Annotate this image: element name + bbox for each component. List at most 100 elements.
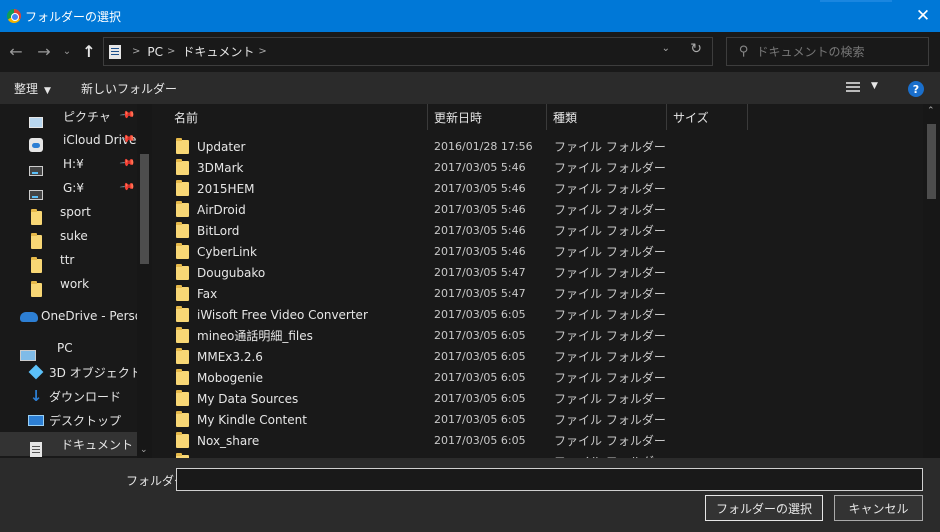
sidebar-item-pictures[interactable]: ピクチャ 📌 — [0, 104, 152, 128]
file-type: ファイル フォルダー — [554, 224, 666, 238]
folder-icon — [176, 263, 189, 280]
table-row[interactable]: CyberLink 2017/03/05 5:46 ファイル フォルダー — [173, 241, 853, 262]
folder-icon — [176, 347, 189, 364]
cancel-button[interactable]: キャンセル — [834, 495, 923, 521]
sidebar-item-desktop[interactable]: デスクトップ — [0, 408, 152, 432]
chevron-right-icon[interactable]: > — [258, 46, 266, 57]
sidebar-item-icloud-drive[interactable]: iCloud Drive 📌 — [0, 128, 152, 152]
chevron-right-icon[interactable]: > — [167, 46, 175, 57]
table-row[interactable]: mineo通話明細_files 2017/03/05 6:05 ファイル フォル… — [173, 325, 853, 346]
table-row[interactable]: ファイル フォルダー — [173, 451, 853, 458]
view-options-icon[interactable] — [846, 82, 860, 94]
sidebar-scroll-thumb[interactable] — [140, 154, 149, 264]
organize-button[interactable]: 整理 ▼ — [14, 80, 51, 97]
column-type[interactable]: 種類 — [547, 104, 667, 130]
file-list-scroll-thumb[interactable] — [927, 124, 936, 199]
search-input[interactable]: ⚲ ドキュメントの検索 — [726, 37, 929, 66]
up-button[interactable]: ↑ — [79, 40, 99, 62]
help-button[interactable]: ? — [908, 81, 924, 97]
table-row[interactable]: Mobogenie 2017/03/05 6:05 ファイル フォルダー — [173, 367, 853, 388]
back-button[interactable]: ← — [5, 40, 27, 62]
file-date: 2017/03/05 6:05 — [434, 350, 526, 363]
breadcrumb-documents[interactable]: ドキュメント — [182, 43, 254, 60]
drive-icon — [29, 166, 43, 176]
new-folder-button[interactable]: 新しいフォルダー — [81, 80, 177, 97]
sidebar-item-g-drive[interactable]: G:¥ 📌 — [0, 176, 152, 200]
file-type: ファイル フォルダー — [554, 266, 666, 280]
documents-icon — [109, 44, 121, 59]
breadcrumb-pc[interactable]: PC — [147, 45, 163, 59]
file-name: AirDroid — [197, 202, 246, 217]
chevron-down-icon[interactable]: ⌄ — [140, 445, 148, 455]
select-folder-button[interactable]: フォルダーの選択 — [705, 495, 823, 521]
sidebar-item-suke[interactable]: suke — [0, 224, 152, 249]
chevron-down-icon[interactable]: ⌄ — [662, 43, 670, 54]
table-row[interactable]: Nox_share 2017/03/05 6:05 ファイル フォルダー — [173, 430, 853, 451]
file-date: 2017/03/05 6:05 — [434, 413, 526, 426]
sidebar-item-onedrive[interactable]: OneDrive - Person — [0, 304, 152, 328]
folder-icon — [176, 179, 189, 196]
sidebar-item-label: ttr — [60, 253, 75, 267]
folder-icon — [176, 326, 189, 343]
close-button[interactable]: ✕ — [906, 0, 940, 32]
sidebar-item-ttr[interactable]: ttr — [0, 248, 152, 273]
sidebar-item-documents[interactable]: ドキュメント — [0, 432, 152, 457]
folder-icon — [176, 389, 189, 406]
pin-icon[interactable]: 📌 — [119, 155, 136, 171]
titlebar-accent — [820, 0, 892, 2]
table-row[interactable]: Dougubako 2017/03/05 5:47 ファイル フォルダー — [173, 262, 853, 283]
table-row[interactable]: My Kindle Content 2017/03/05 6:05 ファイル フ… — [173, 409, 853, 430]
file-date: 2017/03/05 5:46 — [434, 245, 526, 258]
table-row[interactable]: iWisoft Free Video Converter 2017/03/05 … — [173, 304, 853, 325]
table-row[interactable]: 2015HEM 2017/03/05 5:46 ファイル フォルダー — [173, 178, 853, 199]
file-type: ファイル フォルダー — [554, 182, 666, 196]
table-row[interactable]: BitLord 2017/03/05 5:46 ファイル フォルダー — [173, 220, 853, 241]
file-name: My Kindle Content — [197, 412, 307, 427]
desktop-icon — [28, 415, 44, 426]
chevron-up-icon[interactable]: ⌃ — [927, 106, 935, 116]
table-row[interactable]: AirDroid 2017/03/05 5:46 ファイル フォルダー — [173, 199, 853, 220]
file-type: ファイル フォルダー — [554, 329, 666, 343]
folder-icon — [176, 284, 189, 301]
file-type: ファイル フォルダー — [554, 245, 666, 259]
table-row[interactable]: My Data Sources 2017/03/05 6:05 ファイル フォル… — [173, 388, 853, 409]
sidebar-item-work[interactable]: work — [0, 272, 152, 297]
folder-input[interactable] — [176, 468, 923, 491]
sidebar-item-label: デスクトップ — [49, 413, 122, 428]
3d-objects-icon — [28, 364, 44, 380]
table-row[interactable]: Updater 2016/01/28 17:56 ファイル フォルダー — [173, 136, 853, 157]
column-header: 名前 更新日時 ^ 種類 サイズ — [153, 104, 923, 130]
column-size[interactable]: サイズ — [667, 104, 748, 130]
sidebar-item-h-drive[interactable]: H:¥ 📌 — [0, 152, 152, 176]
sidebar-item-label: work — [60, 277, 90, 291]
refresh-button[interactable]: ↻ — [690, 41, 702, 57]
folder-icon — [176, 305, 189, 322]
sidebar-item-pc[interactable]: PC — [0, 336, 152, 361]
table-row[interactable]: 3DMark 2017/03/05 5:46 ファイル フォルダー — [173, 157, 853, 178]
table-row[interactable]: MMEx3.2.6 2017/03/05 6:05 ファイル フォルダー — [173, 346, 853, 367]
file-type: ファイル フォルダー — [554, 287, 666, 301]
search-icon: ⚲ — [739, 44, 749, 59]
sidebar-item-sport[interactable]: sport — [0, 200, 152, 225]
sidebar-item-downloads[interactable]: ↓ ダウンロード — [0, 384, 152, 408]
file-name: CyberLink — [197, 244, 257, 259]
sidebar-item-label: ピクチャ — [63, 109, 111, 124]
pin-icon[interactable]: 📌 — [119, 107, 136, 123]
pin-icon[interactable]: 📌 — [119, 179, 136, 195]
file-name: MMEx3.2.6 — [197, 349, 263, 364]
file-list-scrollbar[interactable]: ⌃ — [923, 104, 940, 458]
caret-down-icon[interactable]: ▼ — [871, 81, 878, 91]
forward-button[interactable]: → — [33, 40, 55, 62]
sidebar-item-3d-objects[interactable]: 3D オブジェクト — [0, 360, 152, 384]
chrome-app-icon — [7, 9, 21, 23]
file-date: 2017/03/05 6:05 — [434, 392, 526, 405]
folder-icon — [176, 137, 189, 154]
chevron-right-icon[interactable]: > — [132, 46, 140, 57]
file-type: ファイル フォルダー — [554, 140, 666, 154]
address-bar[interactable]: > PC > ドキュメント > ⌄ ↻ — [103, 37, 713, 66]
column-name[interactable]: 名前 — [168, 104, 428, 130]
recent-locations-dropdown[interactable]: ⌄ — [60, 40, 74, 62]
file-type: ファイル フォルダー — [554, 392, 666, 406]
sidebar-scrollbar[interactable]: ⌄ — [137, 104, 152, 458]
table-row[interactable]: Fax 2017/03/05 5:47 ファイル フォルダー — [173, 283, 853, 304]
